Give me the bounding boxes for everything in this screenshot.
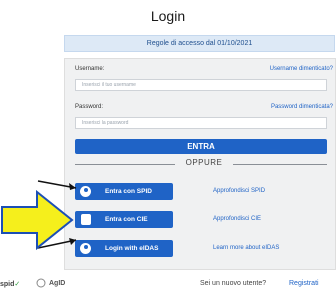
new-user-text: Sei un nuovo utente? <box>200 280 267 287</box>
cie-login-button[interactable]: Entra con CIE <box>75 211 173 228</box>
access-rules-banner[interactable]: Regole di accesso dal 01/10/2021 <box>64 35 335 52</box>
password-input[interactable]: Inserisci la password <box>75 117 327 129</box>
spid-login-button[interactable]: Entra con SPID <box>75 183 173 200</box>
separator-line-left <box>75 164 175 165</box>
oppure-separator: OPPURE <box>185 158 223 167</box>
username-label: Username: <box>75 66 105 72</box>
username-input[interactable]: Inserisci il tuo username <box>75 79 327 91</box>
page-title: Login <box>150 8 186 24</box>
spid-logo: spid✓ <box>0 281 21 288</box>
yellow-arrow-icon <box>1 190 74 251</box>
user-icon <box>80 243 91 254</box>
spid-info-link[interactable]: Approfondisci SPID <box>213 188 265 194</box>
forgot-username-link[interactable]: Username dimenticato? <box>270 66 333 72</box>
spid-button-label: Entra con SPID <box>105 188 152 195</box>
eidas-button-label: Login with eIDAS <box>105 245 159 252</box>
agid-circle-icon <box>36 278 46 288</box>
entra-button[interactable]: ENTRA <box>75 139 327 154</box>
user-icon <box>80 186 91 197</box>
separator-line-right <box>233 164 327 165</box>
cie-info-link[interactable]: Approfondisci CIE <box>213 216 261 222</box>
cie-button-label: Entra con CIE <box>105 216 148 223</box>
eidas-info-link[interactable]: Learn more about eIDAS <box>213 245 279 251</box>
eidas-login-button[interactable]: Login with eIDAS <box>75 240 173 257</box>
agid-logo: AgID <box>49 280 66 287</box>
register-link[interactable]: Registrati <box>289 280 319 287</box>
password-label: Password: <box>75 104 104 110</box>
forgot-password-link[interactable]: Password dimenticata? <box>271 104 333 110</box>
id-card-icon <box>81 214 91 225</box>
